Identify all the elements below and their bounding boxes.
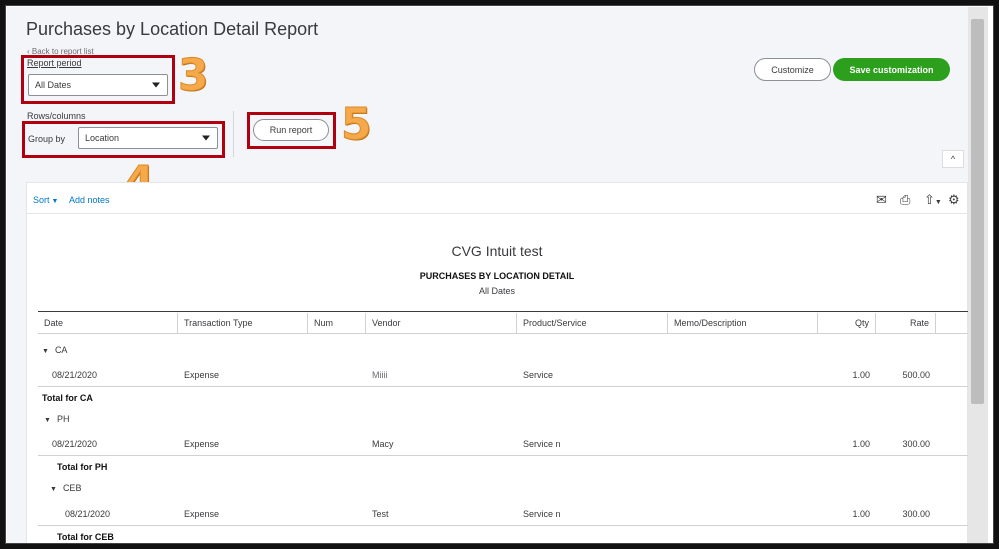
- row-divider: [38, 525, 968, 526]
- save-customization-button[interactable]: Save customization: [833, 58, 950, 81]
- row-rate: 300.00: [902, 439, 930, 449]
- report-dates: All Dates: [478, 286, 515, 296]
- column-header-product-service[interactable]: Product/Service: [517, 313, 668, 333]
- annotation-number-3: 3: [178, 50, 210, 102]
- column-header-vendor[interactable]: Vendor: [366, 313, 517, 333]
- vertical-scrollbar[interactable]: [968, 7, 988, 543]
- group-name: CEB: [62, 483, 82, 493]
- row-product: Service: [523, 370, 554, 380]
- caret-down-icon: ▼: [50, 486, 57, 493]
- report-panel: Sort ▼ Add notes ✉ ⎙ ⇧▼ ⚙ CVG Intuit tes…: [26, 182, 968, 543]
- row-rate: 300.00: [902, 509, 930, 519]
- sort-dropdown[interactable]: Sort ▼: [33, 195, 58, 205]
- row-date: 08/21/2020: [52, 370, 98, 380]
- row-divider: [38, 455, 968, 456]
- group-total-ceb: Total for CEB: [57, 532, 114, 542]
- row-date: 08/21/2020: [65, 509, 111, 519]
- company-name: CVG Intuit test: [451, 243, 543, 259]
- row-product: Service n: [523, 439, 561, 449]
- highlight-box-run-report: [247, 112, 336, 149]
- rows-columns-label: Rows/columns: [27, 111, 86, 121]
- divider: [233, 111, 234, 157]
- gear-icon[interactable]: ⚙: [948, 192, 960, 208]
- caret-down-icon: ▼: [49, 198, 59, 205]
- report-page: Purchases by Location Detail Report ‹ Ba…: [7, 7, 968, 543]
- caret-down-icon: ▼: [42, 348, 49, 355]
- header-bottom-rule: [38, 333, 968, 334]
- row-vendor: Macy: [372, 439, 394, 449]
- annotation-number-5: 5: [341, 99, 373, 151]
- group-name: PH: [56, 414, 70, 424]
- collapse-chevron-up-icon[interactable]: ^: [942, 150, 964, 168]
- group-total-ph: Total for PH: [57, 462, 108, 472]
- row-qty: 1.00: [852, 370, 870, 380]
- customize-button[interactable]: Customize: [754, 58, 831, 81]
- email-icon[interactable]: ✉: [876, 192, 887, 208]
- row-product: Service n: [523, 509, 561, 519]
- row-qty: 1.00: [852, 509, 870, 519]
- report-title: PURCHASES BY LOCATION DETAIL: [419, 271, 575, 281]
- page-title: Purchases by Location Detail Report: [26, 19, 319, 39]
- group-total-ca: Total for CA: [42, 393, 93, 403]
- row-qty: 1.00: [852, 439, 870, 449]
- column-header-transaction-type[interactable]: Transaction Type: [178, 313, 308, 333]
- column-header-memo-description[interactable]: Memo/Description: [668, 313, 818, 333]
- row-date: 08/21/2020: [52, 439, 98, 449]
- add-notes-link[interactable]: Add notes: [69, 195, 110, 205]
- toolbar-divider: [27, 213, 967, 214]
- scrollbar-thumb[interactable]: [971, 19, 984, 404]
- row-transaction-type[interactable]: Expense: [184, 509, 219, 519]
- highlight-box-group-by: [22, 121, 225, 158]
- caret-down-icon: ▼: [44, 417, 51, 424]
- row-divider: [38, 386, 968, 387]
- row-transaction-type[interactable]: Expense: [184, 439, 219, 449]
- group-toggle-ca[interactable]: ▼ CA: [42, 345, 67, 355]
- group-toggle-ph[interactable]: ▼ PH: [44, 414, 69, 424]
- print-icon[interactable]: ⎙: [900, 192, 910, 208]
- group-name: CA: [54, 345, 68, 355]
- row-rate: 500.00: [902, 370, 930, 380]
- column-header-num[interactable]: Num: [308, 313, 366, 333]
- highlight-box-report-period: [21, 55, 175, 104]
- row-transaction-type[interactable]: Expense: [184, 370, 219, 380]
- export-icon[interactable]: ⇧▼: [924, 192, 942, 208]
- header-top-rule: [38, 311, 968, 312]
- column-header-rate[interactable]: Rate: [876, 313, 936, 333]
- group-toggle-ceb[interactable]: ▼ CEB: [50, 483, 81, 493]
- row-vendor: Test: [372, 509, 389, 519]
- column-header-qty[interactable]: Qty: [818, 313, 876, 333]
- column-header-date[interactable]: Date: [38, 313, 178, 333]
- sort-label: Sort: [33, 195, 50, 205]
- row-vendor: Miiii: [372, 370, 388, 380]
